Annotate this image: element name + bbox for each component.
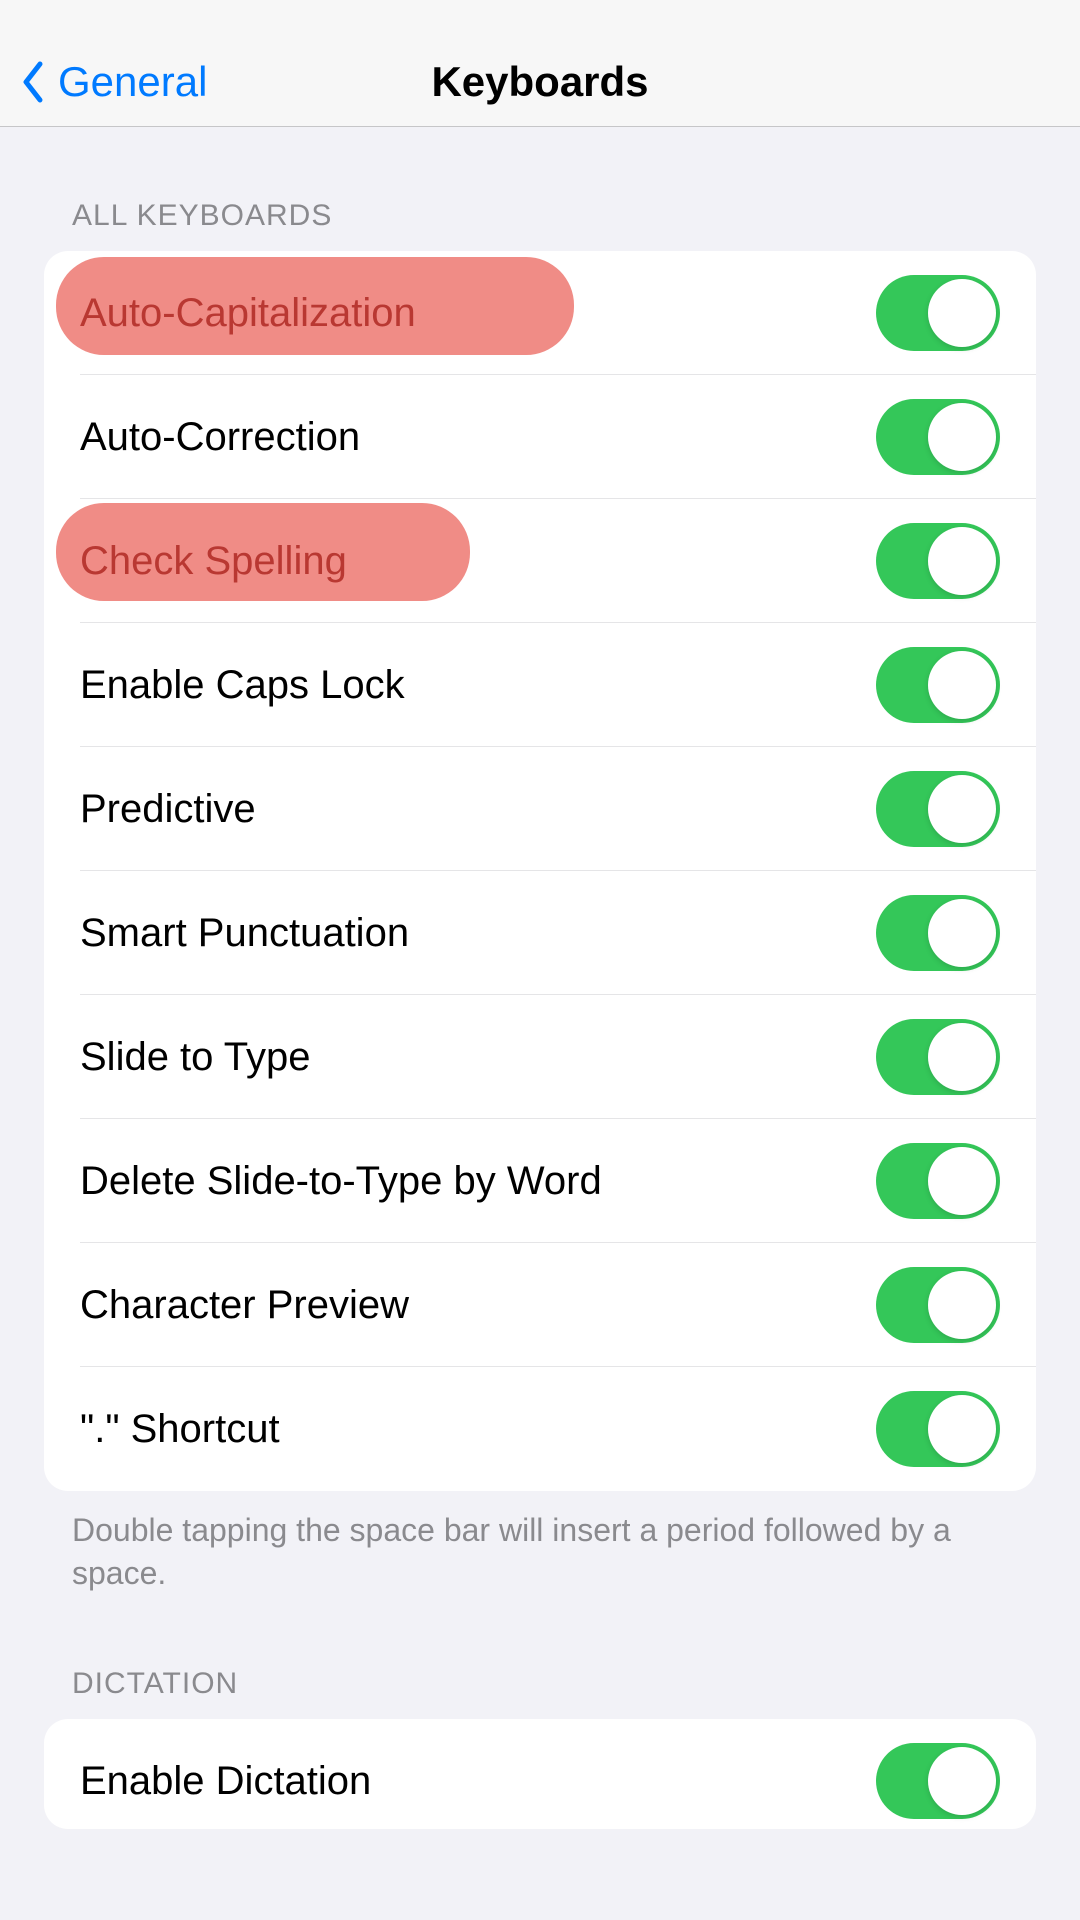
chevron-left-icon [20,60,48,104]
toggle-smart-punctuation[interactable] [876,895,1000,971]
back-button[interactable]: General [20,58,207,106]
setting-row-check-spelling: Check Spelling [44,499,1036,623]
toggle-knob [928,1147,996,1215]
setting-row-slide-to-type: Slide to Type [44,995,1036,1119]
setting-row-auto-capitalization: Auto-Capitalization [44,251,1036,375]
toggle-knob [928,651,996,719]
navigation-bar: General Keyboards [0,0,1080,127]
setting-label: Predictive [80,787,256,832]
toggle-auto-capitalization[interactable] [876,275,1000,351]
toggle-predictive[interactable] [876,771,1000,847]
dictation-group: Enable Dictation [44,1719,1036,1829]
toggle-knob [928,527,996,595]
toggle-auto-correction[interactable] [876,399,1000,475]
toggle-knob [928,1395,996,1463]
setting-row-enable-dictation: Enable Dictation [44,1719,1036,1829]
content-area: ALL KEYBOARDS Auto-Capitalization Auto-C… [0,199,1080,1829]
toggle-enable-dictation[interactable] [876,1743,1000,1819]
all-keyboards-group: Auto-Capitalization Auto-Correction Chec… [44,251,1036,1491]
section-header-all-keyboards: ALL KEYBOARDS [44,199,1036,233]
setting-row-period-shortcut: "." Shortcut [44,1367,1036,1491]
toggle-caps-lock[interactable] [876,647,1000,723]
toggle-knob [928,1023,996,1091]
toggle-knob [928,1747,996,1815]
setting-label: Auto-Correction [80,415,360,460]
setting-label: Slide to Type [80,1035,311,1080]
setting-label: "." Shortcut [80,1407,280,1452]
setting-row-delete-slide-word: Delete Slide-to-Type by Word [44,1119,1036,1243]
setting-label: Smart Punctuation [80,911,409,956]
setting-row-character-preview: Character Preview [44,1243,1036,1367]
back-label: General [58,58,207,106]
setting-label: Auto-Capitalization [80,291,416,336]
setting-row-smart-punctuation: Smart Punctuation [44,871,1036,995]
setting-label: Enable Dictation [80,1759,371,1804]
toggle-period-shortcut[interactable] [876,1391,1000,1467]
setting-label: Enable Caps Lock [80,663,405,708]
toggle-knob [928,899,996,967]
toggle-check-spelling[interactable] [876,523,1000,599]
toggle-knob [928,775,996,843]
section-footer-all-keyboards: Double tapping the space bar will insert… [44,1491,1036,1595]
toggle-knob [928,279,996,347]
setting-row-auto-correction: Auto-Correction [44,375,1036,499]
page-title: Keyboards [431,58,648,106]
toggle-slide-to-type[interactable] [876,1019,1000,1095]
toggle-knob [928,403,996,471]
setting-row-predictive: Predictive [44,747,1036,871]
setting-row-enable-caps-lock: Enable Caps Lock [44,623,1036,747]
section-header-dictation: DICTATION [44,1667,1036,1701]
setting-label: Delete Slide-to-Type by Word [80,1159,602,1204]
toggle-character-preview[interactable] [876,1267,1000,1343]
toggle-delete-slide-word[interactable] [876,1143,1000,1219]
toggle-knob [928,1271,996,1339]
setting-label: Check Spelling [80,539,347,584]
setting-label: Character Preview [80,1283,409,1328]
